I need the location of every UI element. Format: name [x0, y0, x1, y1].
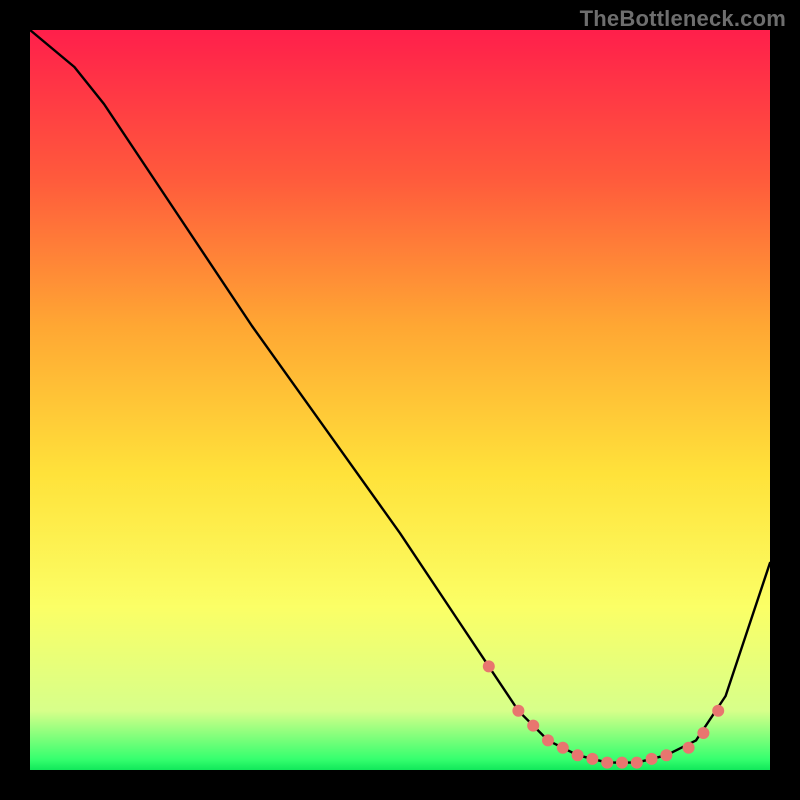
- highlight-dot: [601, 757, 613, 769]
- plot-area: [30, 30, 770, 770]
- highlight-dot: [616, 757, 628, 769]
- highlight-dot: [527, 720, 539, 732]
- highlight-dot: [512, 705, 524, 717]
- highlight-dot: [683, 742, 695, 754]
- highlight-dot: [542, 734, 554, 746]
- highlight-dot: [483, 660, 495, 672]
- highlight-dot: [631, 757, 643, 769]
- highlight-dot: [712, 705, 724, 717]
- highlight-dot: [660, 749, 672, 761]
- highlight-dot: [586, 753, 598, 765]
- highlight-dot: [646, 753, 658, 765]
- chart-container: TheBottleneck.com: [0, 0, 800, 800]
- chart-svg: [30, 30, 770, 770]
- highlight-dot: [572, 749, 584, 761]
- highlight-dot: [557, 742, 569, 754]
- highlight-dot: [697, 727, 709, 739]
- watermark-label: TheBottleneck.com: [580, 6, 786, 32]
